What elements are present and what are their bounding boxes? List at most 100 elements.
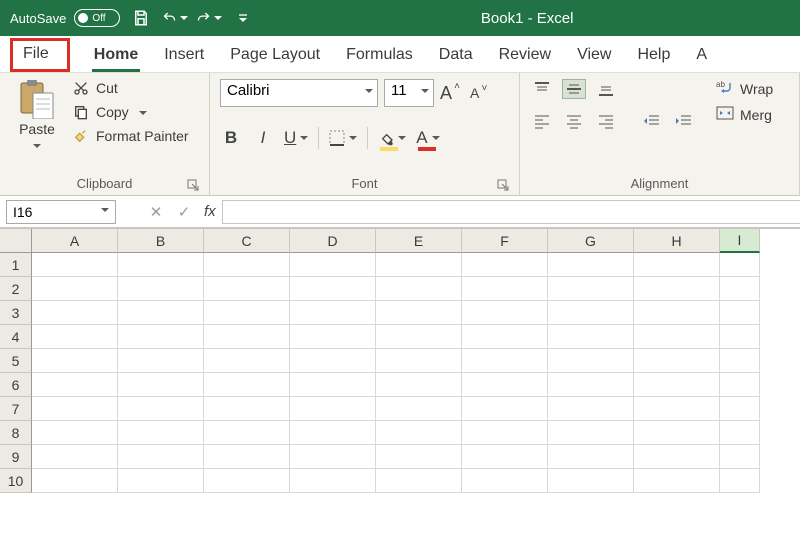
align-top-icon[interactable] bbox=[530, 79, 554, 99]
formula-input[interactable] bbox=[222, 200, 800, 224]
cell[interactable] bbox=[204, 325, 290, 349]
align-right-icon[interactable] bbox=[594, 111, 618, 131]
col-header-h[interactable]: H bbox=[634, 229, 720, 253]
cell[interactable] bbox=[462, 469, 548, 493]
cell[interactable] bbox=[32, 397, 118, 421]
cell[interactable] bbox=[32, 469, 118, 493]
enter-formula-icon[interactable]: ✓ bbox=[170, 200, 198, 224]
row-header[interactable]: 8 bbox=[0, 421, 32, 445]
tab-extra[interactable]: A bbox=[694, 40, 709, 72]
cell[interactable] bbox=[32, 373, 118, 397]
cell[interactable] bbox=[462, 373, 548, 397]
cell[interactable] bbox=[462, 325, 548, 349]
cell[interactable] bbox=[376, 469, 462, 493]
col-header-i[interactable]: I bbox=[720, 229, 760, 253]
cell[interactable] bbox=[204, 277, 290, 301]
cell[interactable] bbox=[32, 421, 118, 445]
cell[interactable] bbox=[376, 253, 462, 277]
increase-font-icon[interactable]: A˄ bbox=[440, 83, 452, 104]
cell[interactable] bbox=[376, 325, 462, 349]
undo-icon[interactable] bbox=[162, 5, 188, 31]
cell[interactable] bbox=[118, 349, 204, 373]
redo-icon[interactable] bbox=[196, 5, 222, 31]
cell[interactable] bbox=[462, 349, 548, 373]
cell[interactable] bbox=[634, 445, 720, 469]
cell[interactable] bbox=[720, 445, 760, 469]
cell[interactable] bbox=[634, 421, 720, 445]
cell[interactable] bbox=[462, 253, 548, 277]
cell[interactable] bbox=[118, 301, 204, 325]
cell[interactable] bbox=[32, 349, 118, 373]
cell[interactable] bbox=[118, 373, 204, 397]
cell[interactable] bbox=[462, 301, 548, 325]
name-box[interactable]: I16 bbox=[6, 200, 116, 224]
col-header-c[interactable]: C bbox=[204, 229, 290, 253]
cell[interactable] bbox=[720, 469, 760, 493]
row-header[interactable]: 9 bbox=[0, 445, 32, 469]
row-header[interactable]: 1 bbox=[0, 253, 32, 277]
cell[interactable] bbox=[548, 253, 634, 277]
cell[interactable] bbox=[118, 277, 204, 301]
cell[interactable] bbox=[634, 253, 720, 277]
cell[interactable] bbox=[118, 325, 204, 349]
cell[interactable] bbox=[376, 277, 462, 301]
cell[interactable] bbox=[548, 445, 634, 469]
copy-button[interactable]: Copy bbox=[72, 103, 189, 121]
cell[interactable] bbox=[720, 373, 760, 397]
cell[interactable] bbox=[204, 445, 290, 469]
cell[interactable] bbox=[548, 373, 634, 397]
paste-button[interactable]: Paste bbox=[10, 79, 64, 174]
cell[interactable] bbox=[32, 277, 118, 301]
cell[interactable] bbox=[290, 373, 376, 397]
borders-button[interactable] bbox=[329, 127, 357, 149]
paste-dropdown-icon[interactable] bbox=[33, 139, 41, 157]
cell[interactable] bbox=[720, 253, 760, 277]
row-header[interactable]: 10 bbox=[0, 469, 32, 493]
cell[interactable] bbox=[32, 325, 118, 349]
cell[interactable] bbox=[290, 277, 376, 301]
cell[interactable] bbox=[118, 469, 204, 493]
row-header[interactable]: 4 bbox=[0, 325, 32, 349]
select-all-corner[interactable] bbox=[0, 229, 32, 253]
cell[interactable] bbox=[32, 253, 118, 277]
cell[interactable] bbox=[204, 253, 290, 277]
font-size-combo[interactable]: 11 bbox=[384, 79, 434, 107]
cell[interactable] bbox=[634, 277, 720, 301]
cell[interactable] bbox=[290, 445, 376, 469]
tab-home[interactable]: Home bbox=[92, 40, 140, 72]
cell[interactable] bbox=[548, 469, 634, 493]
font-dialog-launcher-icon[interactable] bbox=[497, 179, 509, 191]
cell[interactable] bbox=[720, 277, 760, 301]
cell[interactable] bbox=[376, 397, 462, 421]
row-header[interactable]: 7 bbox=[0, 397, 32, 421]
customize-qat-icon[interactable] bbox=[230, 5, 256, 31]
cell[interactable] bbox=[548, 301, 634, 325]
cell[interactable] bbox=[290, 253, 376, 277]
fill-color-button[interactable] bbox=[378, 127, 406, 149]
cell[interactable] bbox=[634, 397, 720, 421]
cell[interactable] bbox=[118, 421, 204, 445]
decrease-indent-icon[interactable] bbox=[640, 111, 664, 131]
cell[interactable] bbox=[376, 445, 462, 469]
tab-view[interactable]: View bbox=[575, 40, 613, 72]
cell[interactable] bbox=[462, 277, 548, 301]
row-header[interactable]: 3 bbox=[0, 301, 32, 325]
cancel-formula-icon[interactable]: ✕ bbox=[142, 200, 170, 224]
align-middle-icon[interactable] bbox=[562, 79, 586, 99]
cell[interactable] bbox=[548, 349, 634, 373]
wrap-text-button[interactable]: ab Wrap bbox=[716, 79, 773, 98]
cell[interactable] bbox=[290, 325, 376, 349]
italic-button[interactable]: I bbox=[252, 127, 274, 149]
col-header-e[interactable]: E bbox=[376, 229, 462, 253]
tab-help[interactable]: Help bbox=[635, 40, 672, 72]
cell[interactable] bbox=[462, 445, 548, 469]
cell[interactable] bbox=[204, 349, 290, 373]
cell[interactable] bbox=[290, 301, 376, 325]
underline-button[interactable]: U bbox=[284, 127, 308, 149]
tab-review[interactable]: Review bbox=[497, 40, 553, 72]
cell[interactable] bbox=[720, 397, 760, 421]
cell[interactable] bbox=[720, 421, 760, 445]
cell[interactable] bbox=[204, 301, 290, 325]
cell[interactable] bbox=[32, 301, 118, 325]
cell[interactable] bbox=[118, 253, 204, 277]
